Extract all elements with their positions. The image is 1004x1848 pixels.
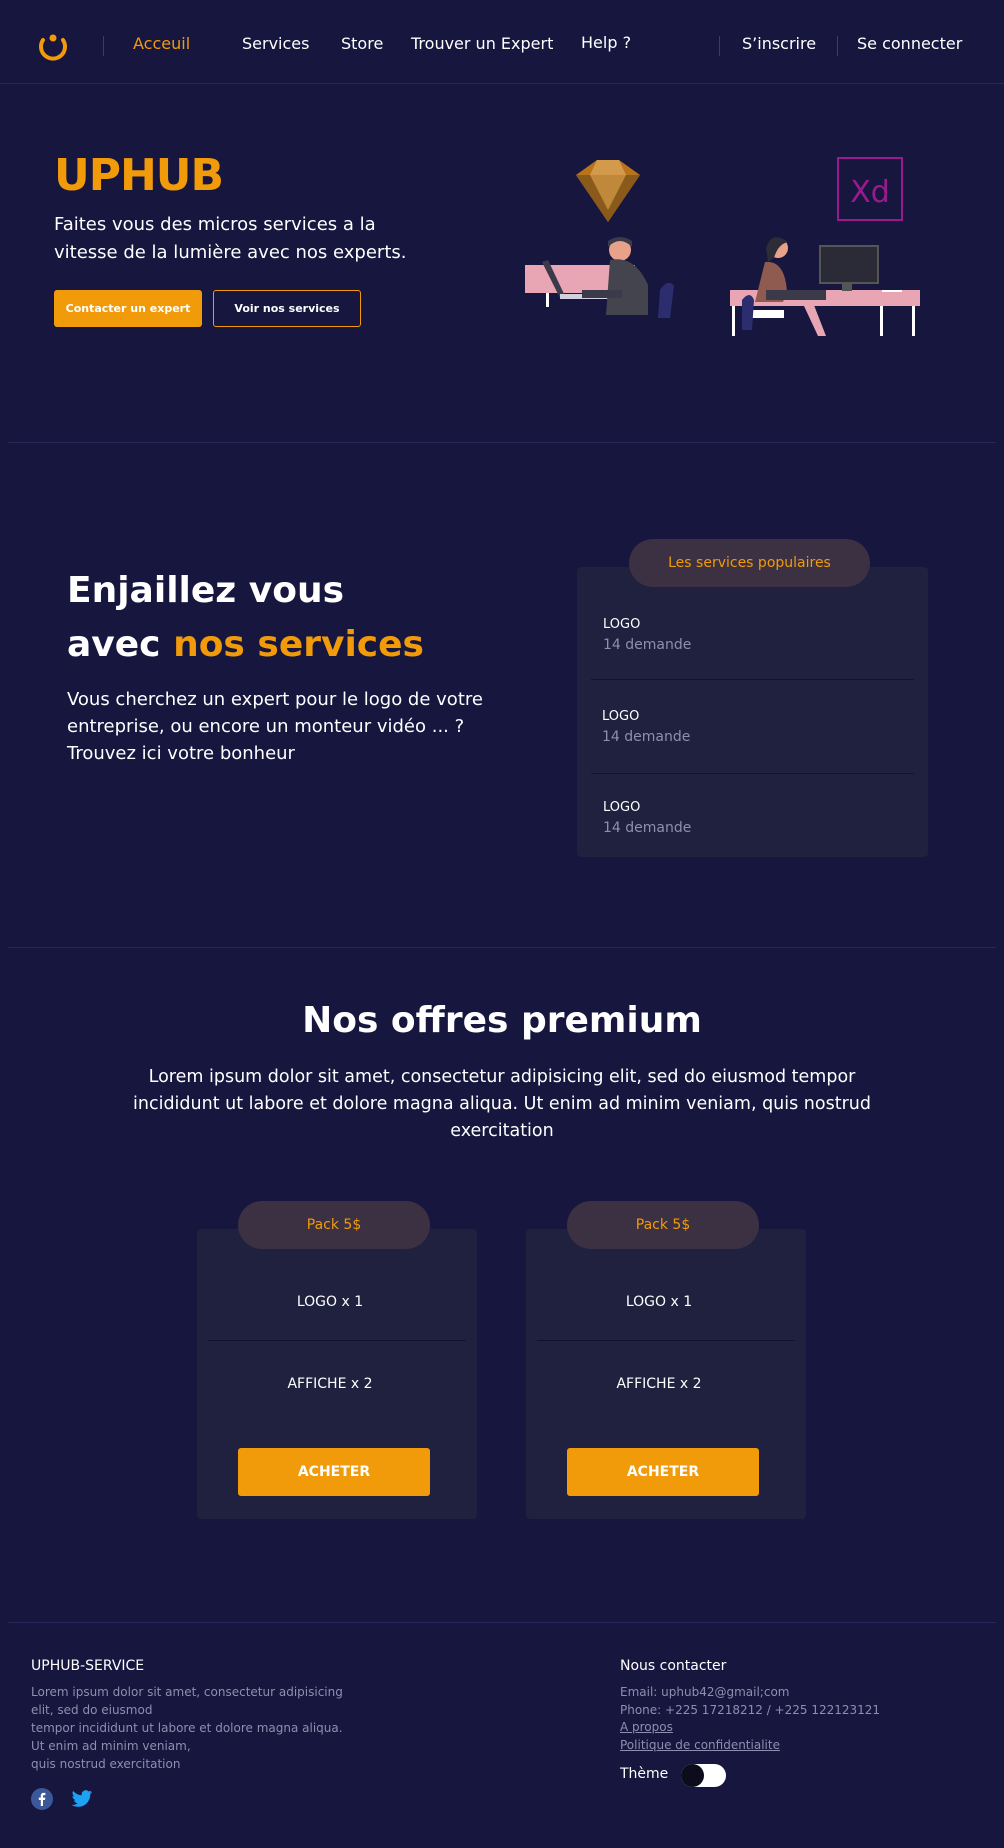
pack-name-tag: Pack 5$ [567,1201,759,1249]
nav-link-acceuil[interactable]: Acceuil [133,34,190,53]
popular-services-tag: Les services populaires [629,539,870,587]
premium-description: Lorem ipsum dolor sit amet, consectetur … [133,1067,871,1141]
section-divider [8,947,996,948]
service-item-name[interactable]: LOGO [603,800,640,815]
theme-label: Thème [620,1766,669,1782]
service-item-requests: 14 demande [602,729,691,745]
buy-button[interactable]: ACHETER [238,1448,430,1496]
contact-expert-button[interactable]: Contacter un expert [54,290,202,327]
services-title-line1: Enjaillez vous [67,570,345,611]
privacy-link[interactable]: Politique de confidentialite [620,1738,780,1752]
service-divider [591,679,914,680]
svg-text:Xd: Xd [850,175,890,210]
sketch-icon [576,160,640,222]
nav-link-trouver-expert[interactable]: Trouver un Expert [411,34,553,53]
login-link[interactable]: Se connecter [857,34,962,53]
xd-icon: Xd [837,157,903,221]
footer-brand-text: Lorem ipsum dolor sit amet, consectetur … [31,1685,343,1771]
about-link[interactable]: A propos [620,1720,673,1734]
pack-item: LOGO x 1 [296,1294,364,1310]
hero-subtitle: Faites vous des micros services a la vit… [54,214,407,263]
service-item-name[interactable]: LOGO [602,709,639,724]
nav-divider [103,36,104,56]
signup-link[interactable]: S’inscrire [742,34,816,53]
services-title-prefix: avec [67,624,174,665]
section-divider [8,1622,996,1623]
services-title: Enjaillez vous avec nos services [67,564,424,672]
power-logo-icon[interactable] [36,28,70,62]
pack-item: AFFICHE x 2 [287,1376,373,1392]
service-item-requests: 14 demande [603,820,692,836]
facebook-icon[interactable] [31,1788,53,1810]
premium-title: Nos offres premium [302,1000,702,1041]
service-item-requests: 14 demande [603,637,692,653]
theme-toggle-knob[interactable] [681,1764,704,1787]
nav-divider [837,36,838,56]
footer-contact-title: Nous contacter [620,1658,727,1674]
pack-item: AFFICHE x 2 [616,1376,702,1392]
twitter-icon[interactable] [71,1789,93,1809]
service-divider [591,773,914,774]
section-divider [8,442,996,443]
buy-button[interactable]: ACHETER [567,1448,759,1496]
pack-item: LOGO x 1 [625,1294,693,1310]
pack-divider [537,1340,795,1341]
pack-divider [208,1340,466,1341]
hero-illustration: Xd [525,157,920,336]
services-title-line2: avec nos services [67,618,424,672]
pack-name-tag: Pack 5$ [238,1201,430,1249]
nav-link-help[interactable]: Help ? [581,33,631,52]
hero-title: UPHUB [54,150,224,201]
footer-email: Email: uphub42@gmail;com [620,1685,790,1699]
service-item-name[interactable]: LOGO [603,617,640,632]
footer-phone: Phone: +225 17218212 / +225 122123121 [620,1703,881,1717]
nav-link-services[interactable]: Services [242,34,309,53]
footer-brand-title: UPHUB-SERVICE [31,1658,145,1674]
nav-link-store[interactable]: Store [341,34,383,53]
view-services-button[interactable]: Voir nos services [213,290,361,327]
services-title-highlight: nos services [173,624,424,665]
nav-divider [719,36,720,56]
services-description: Vous cherchez un expert pour le logo de … [67,689,483,764]
